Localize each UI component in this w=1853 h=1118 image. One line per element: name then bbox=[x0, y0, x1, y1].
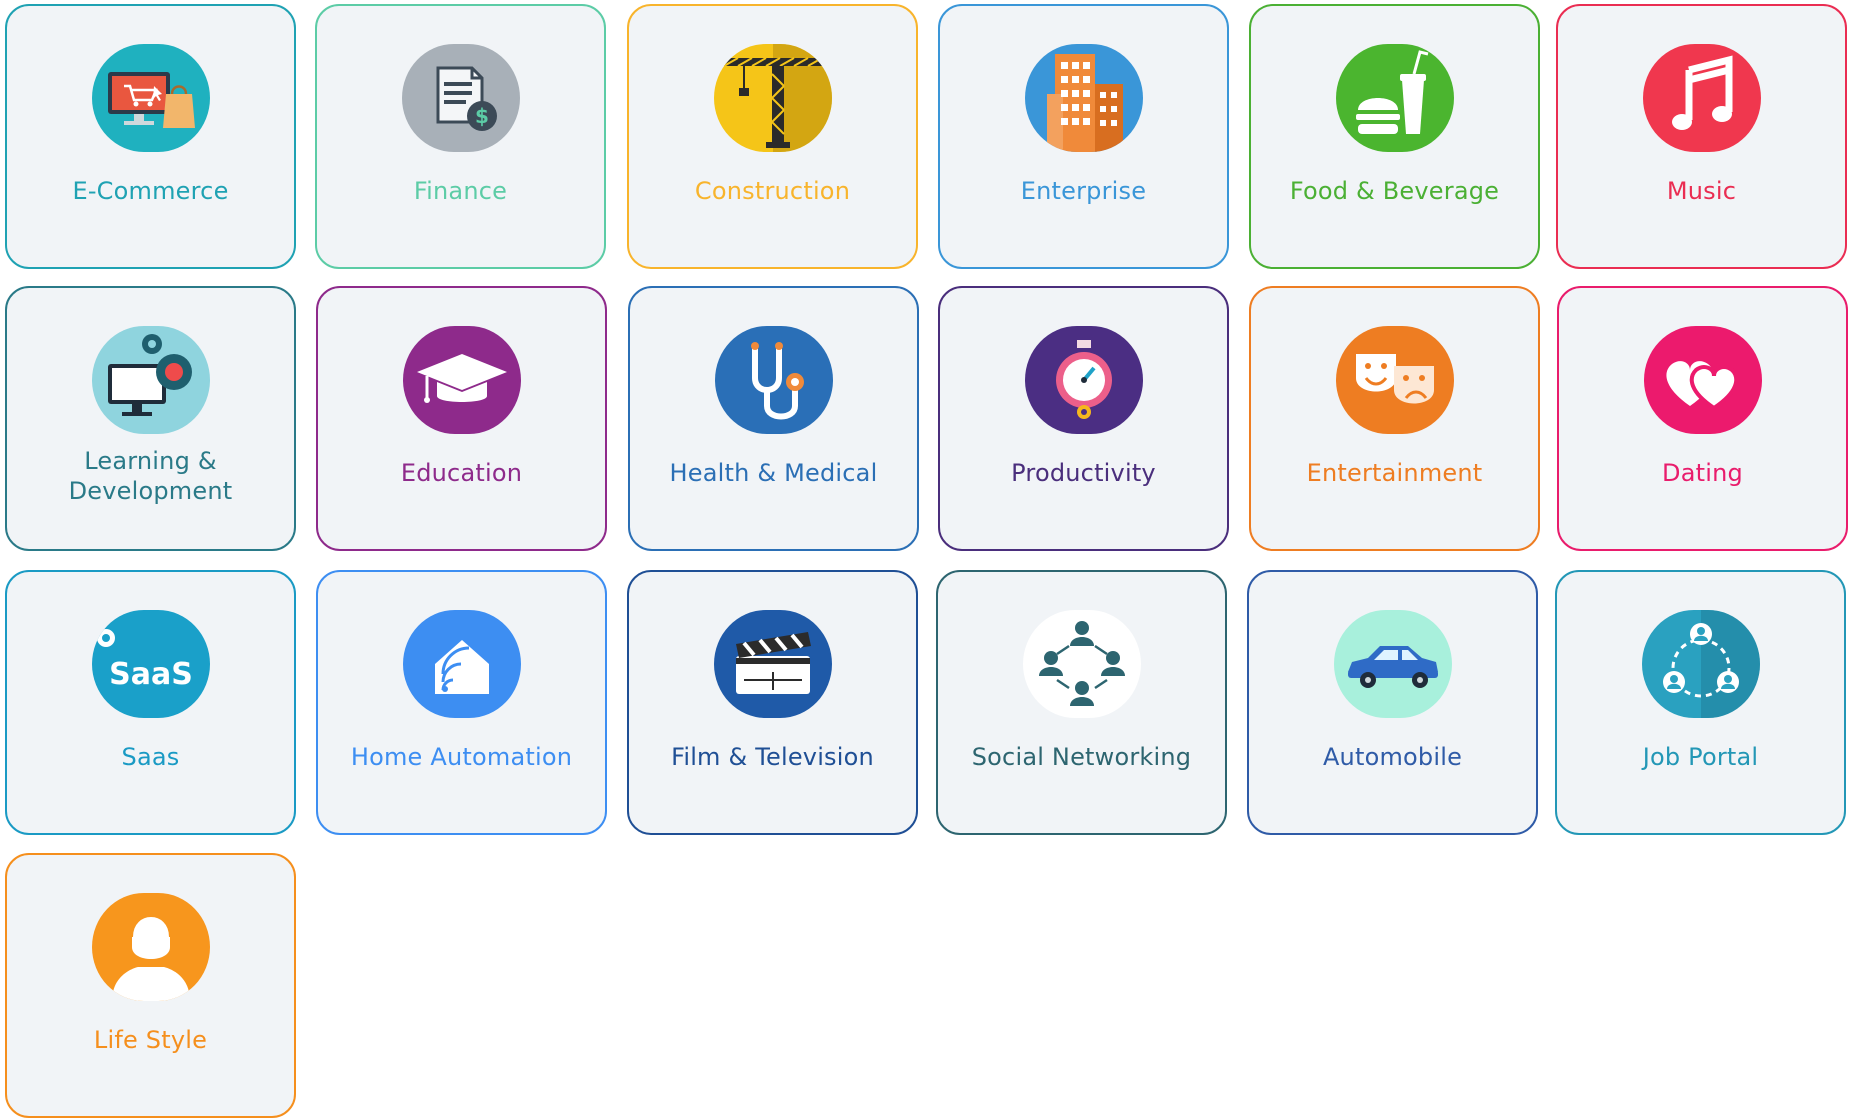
category-label: Enterprise bbox=[1020, 177, 1147, 205]
stopwatch-icon bbox=[1024, 326, 1143, 434]
category-card-dating[interactable]: Dating bbox=[1557, 286, 1848, 551]
saas-icon: SaaS bbox=[91, 610, 210, 718]
category-label: Home Automation bbox=[350, 743, 573, 771]
svg-text:SaaS: SaaS bbox=[109, 657, 193, 692]
category-label: E-Commerce bbox=[72, 177, 229, 205]
category-card-productivity[interactable]: Productivity bbox=[938, 286, 1229, 551]
category-label: Film & Television bbox=[671, 743, 874, 771]
category-label: Entertainment bbox=[1306, 459, 1483, 487]
graduation-cap-icon bbox=[402, 326, 521, 434]
category-label: Education bbox=[400, 459, 523, 487]
category-card-life-style[interactable]: Life Style bbox=[5, 853, 296, 1118]
category-card-film-television[interactable]: Film & Television bbox=[627, 570, 918, 835]
category-card-construction[interactable]: Construction bbox=[627, 4, 918, 269]
category-card-automobile[interactable]: Automobile bbox=[1247, 570, 1538, 835]
category-label: Construction bbox=[694, 177, 851, 205]
clapperboard-icon bbox=[713, 610, 832, 718]
stethoscope-icon bbox=[714, 326, 833, 434]
category-card-education[interactable]: Education bbox=[316, 286, 607, 551]
category-label: Dating bbox=[1662, 459, 1743, 487]
category-card-social-networking[interactable]: Social Networking bbox=[936, 570, 1227, 835]
person-avatar-icon bbox=[91, 893, 210, 1001]
category-card-learning-development[interactable]: Learning & Development bbox=[5, 286, 296, 551]
network-people-icon bbox=[1022, 610, 1141, 718]
category-card-e-commerce[interactable]: E-Commerce bbox=[5, 4, 296, 269]
category-label: Finance bbox=[413, 177, 508, 205]
category-label: Music bbox=[1666, 177, 1737, 205]
category-card-food-beverage[interactable]: Food & Beverage bbox=[1249, 4, 1540, 269]
svg-text:$: $ bbox=[475, 104, 489, 128]
category-card-finance[interactable]: $ Finance bbox=[315, 4, 606, 269]
smart-home-icon bbox=[402, 610, 521, 718]
job-people-icon bbox=[1641, 610, 1760, 718]
category-label: Life Style bbox=[93, 1026, 208, 1054]
category-label: Productivity bbox=[1011, 459, 1156, 487]
category-label: Job Portal bbox=[1642, 743, 1759, 771]
crane-icon bbox=[713, 44, 832, 152]
category-card-health-medical[interactable]: Health & Medical bbox=[628, 286, 919, 551]
category-label-line2: Development bbox=[68, 477, 233, 505]
category-label: Automobile bbox=[1322, 743, 1463, 771]
category-label: Social Networking bbox=[971, 743, 1192, 771]
computer-gear-icon bbox=[91, 326, 210, 434]
category-label: Learning & Development bbox=[7, 446, 294, 506]
category-card-enterprise[interactable]: Enterprise bbox=[938, 4, 1229, 269]
category-card-home-automation[interactable]: Home Automation bbox=[316, 570, 607, 835]
invoice-dollar-icon: $ bbox=[401, 44, 520, 152]
car-icon bbox=[1333, 610, 1452, 718]
category-label: Food & Beverage bbox=[1289, 177, 1500, 205]
category-label: Health & Medical bbox=[669, 459, 878, 487]
theater-masks-icon bbox=[1335, 326, 1454, 434]
shopping-cart-icon bbox=[91, 44, 210, 152]
burger-drink-icon bbox=[1335, 44, 1454, 152]
category-grid: E-Commerce $ Finance Construction Enterp… bbox=[0, 0, 1853, 1118]
hearts-icon bbox=[1643, 326, 1762, 434]
category-label: Saas bbox=[121, 743, 180, 771]
category-card-job-portal[interactable]: Job Portal bbox=[1555, 570, 1846, 835]
category-card-saas[interactable]: SaaS Saas bbox=[5, 570, 296, 835]
category-label-line1: Learning & bbox=[84, 447, 217, 475]
buildings-icon bbox=[1024, 44, 1143, 152]
category-card-entertainment[interactable]: Entertainment bbox=[1249, 286, 1540, 551]
category-card-music[interactable]: Music bbox=[1556, 4, 1847, 269]
music-note-icon bbox=[1642, 44, 1761, 152]
